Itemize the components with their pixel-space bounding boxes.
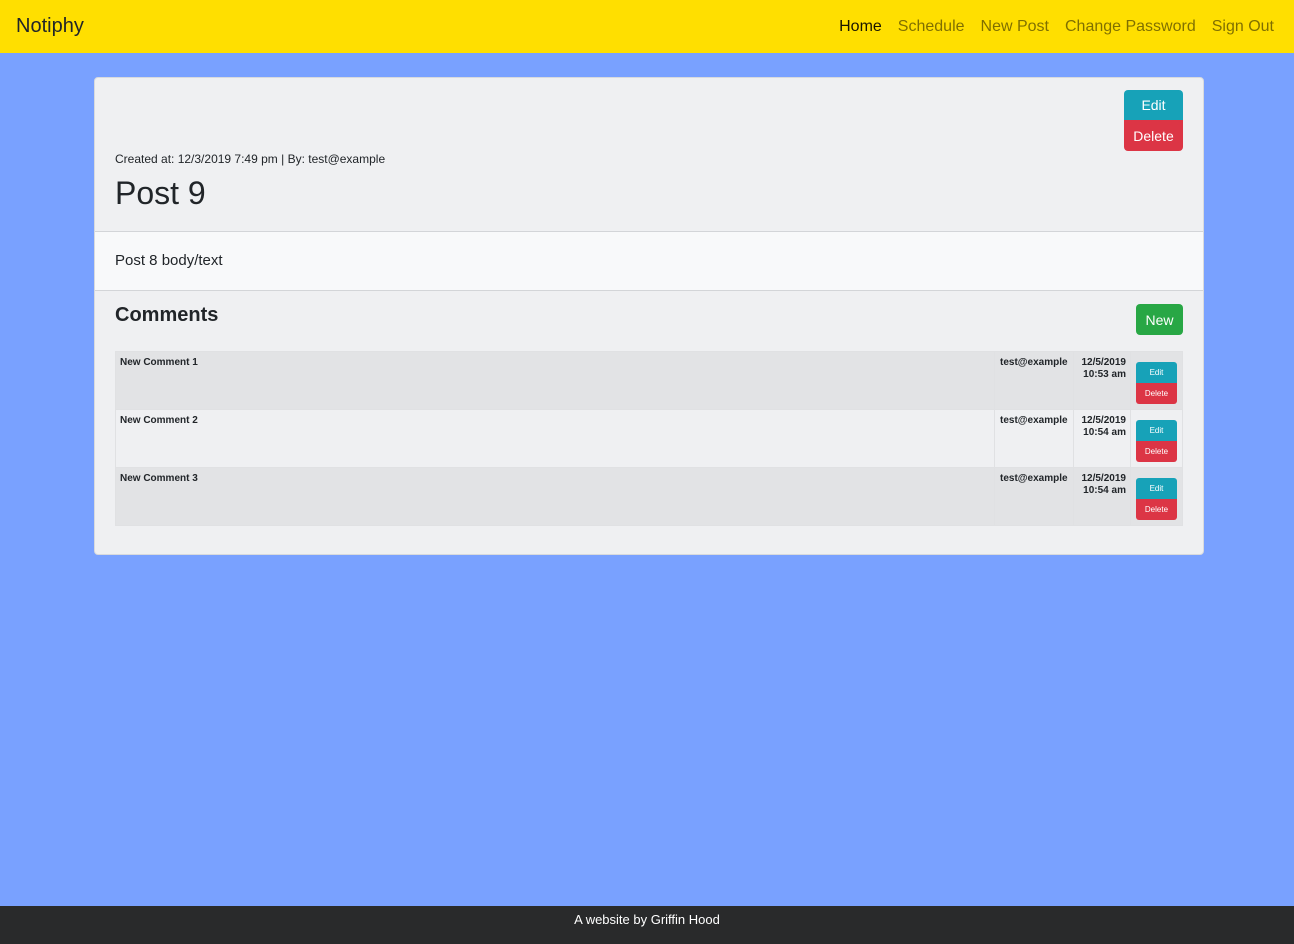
- comment-edit-button[interactable]: Edit: [1135, 420, 1177, 441]
- comment-actions: Edit Delete: [1129, 467, 1184, 526]
- comment-date-time: 10:54 am: [1083, 485, 1126, 496]
- comment-body: New Comment 1: [115, 351, 995, 410]
- comment-date: 12/5/2019 10:54 am: [1072, 409, 1131, 468]
- comment-date-time: 10:54 am: [1083, 427, 1126, 438]
- nav-links: Home Schedule New Post Change Password S…: [831, 18, 1278, 36]
- comment-date-day: 12/5/2019: [1081, 357, 1126, 368]
- navbar: Notiphy Home Schedule New Post Change Pa…: [0, 0, 1294, 53]
- comment-date-time: 10:53 am: [1083, 369, 1126, 380]
- brand-logo[interactable]: Notiphy: [16, 15, 84, 38]
- comment-row: New Comment 3 test@example 12/5/2019 10:5…: [115, 467, 1184, 526]
- nav-sign-out[interactable]: Sign Out: [1204, 18, 1278, 36]
- post-meta: Created at: 12/3/2019 7:49 pm | By: test…: [115, 152, 386, 166]
- comments-heading: Comments: [115, 304, 219, 326]
- comment-author: test@example: [994, 409, 1074, 468]
- comment-date: 12/5/2019 10:54 am: [1072, 467, 1131, 526]
- comment-author: test@example: [994, 467, 1074, 526]
- comment-delete-button[interactable]: Delete: [1135, 383, 1177, 404]
- nav-schedule[interactable]: Schedule: [890, 18, 973, 36]
- comment-date-day: 12/5/2019: [1081, 473, 1126, 484]
- nav-new-post[interactable]: New Post: [973, 18, 1057, 36]
- comment-body: New Comment 3: [115, 467, 995, 526]
- comments-table: New Comment 1 test@example 12/5/2019 10:5…: [115, 351, 1184, 526]
- comment-edit-button[interactable]: Edit: [1135, 478, 1177, 499]
- comment-edit-button[interactable]: Edit: [1135, 362, 1177, 383]
- post-body: Post 8 body/text: [95, 232, 1203, 291]
- comment-actions: Edit Delete: [1129, 409, 1184, 468]
- comment-row: New Comment 2 test@example 12/5/2019 10:5…: [115, 409, 1184, 468]
- footer: A website by Griffin Hood: [0, 906, 1294, 944]
- post-edit-button[interactable]: Edit: [1124, 90, 1183, 120]
- nav-home[interactable]: Home: [831, 18, 890, 36]
- comment-row: New Comment 1 test@example 12/5/2019 10:5…: [115, 351, 1184, 410]
- comment-delete-button[interactable]: Delete: [1135, 441, 1177, 462]
- post-header: Created at: 12/3/2019 7:49 pm | By: test…: [95, 78, 1203, 232]
- nav-change-password[interactable]: Change Password: [1057, 18, 1204, 36]
- comment-date: 12/5/2019 10:53 am: [1072, 351, 1131, 410]
- comment-delete-button[interactable]: Delete: [1135, 499, 1177, 520]
- comments-section: Comments New New Comment 1 test@example …: [95, 291, 1203, 554]
- comment-actions: Edit Delete: [1129, 351, 1184, 410]
- comment-author: test@example: [994, 351, 1074, 410]
- post-card: Created at: 12/3/2019 7:49 pm | By: test…: [94, 77, 1204, 555]
- post-title: Post 9: [115, 175, 206, 211]
- new-comment-button[interactable]: New: [1136, 304, 1183, 335]
- comment-body: New Comment 2: [115, 409, 995, 468]
- comment-date-day: 12/5/2019: [1081, 415, 1126, 426]
- post-delete-button[interactable]: Delete: [1124, 120, 1183, 151]
